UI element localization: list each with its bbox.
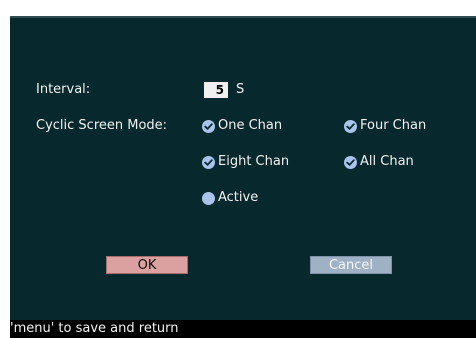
mode-option-label: Active [218,190,259,205]
mode-option-all-chan[interactable]: All Chan [344,154,414,170]
check-radio-icon [344,119,357,133]
interval-label: Interval: [36,82,91,97]
mode-option-label: All Chan [360,154,414,169]
mode-option-one-chan[interactable]: One Chan [202,118,282,134]
screen: Interval: 5 S Cyclic Screen Mode: One Ch… [0,0,476,338]
mode-option-label: Four Chan [360,118,427,133]
interval-input[interactable]: 5 [204,82,228,98]
interval-unit-label: S [236,82,245,97]
status-bar: 'menu' to save and return [10,320,476,338]
mode-option-label: Eight Chan [218,154,290,169]
mode-option-four-chan[interactable]: Four Chan [344,118,426,134]
ok-button[interactable]: OK [106,256,188,274]
check-radio-icon [344,155,357,169]
cancel-button[interactable]: Cancel [310,256,392,274]
panel-top-border [10,16,476,18]
mode-option-active[interactable]: Active [202,190,258,206]
status-hint-text: 'menu' to save and return [10,321,179,336]
cyclic-settings-panel [10,16,476,338]
mode-option-eight-chan[interactable]: Eight Chan [202,154,289,170]
empty-radio-icon [202,191,215,205]
mode-option-label: One Chan [218,118,283,133]
cyclic-screen-mode-label: Cyclic Screen Mode: [36,118,168,133]
check-radio-icon [202,119,215,133]
check-radio-icon [202,155,215,169]
